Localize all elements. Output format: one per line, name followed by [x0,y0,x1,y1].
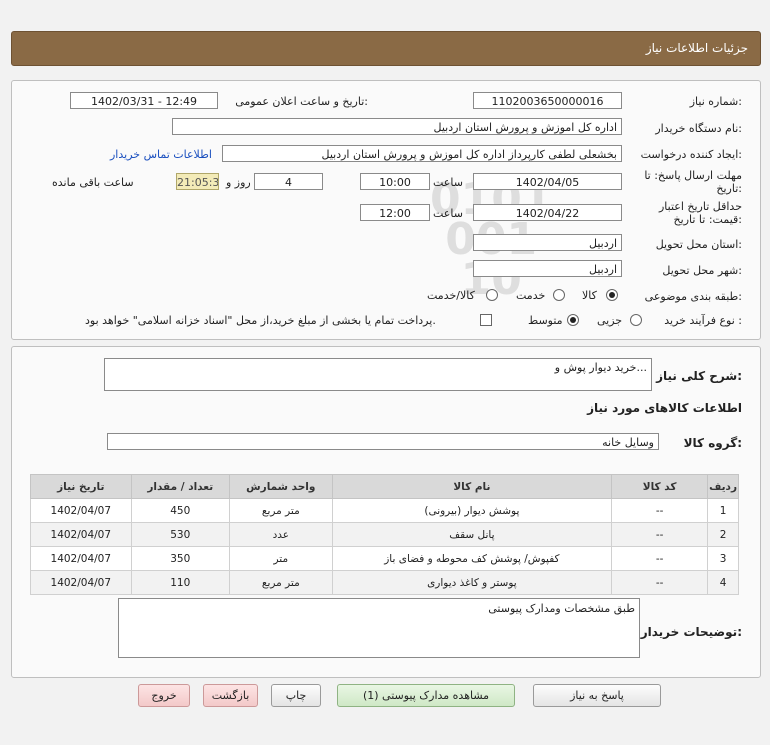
cell-name: پانل سقف [331,522,613,547]
reply-time-word: ساعت [433,176,463,189]
cell-code: -- [611,546,709,571]
validity-time-word: ساعت [433,207,463,220]
process-label: نوع فرآیند خرید : [664,314,742,327]
summary-label: شرح کلی نیاز: [656,369,742,383]
cell-code: -- [611,498,709,523]
col-date: تاریخ نیاز [30,474,132,499]
buyer-notes-label: توضیحات خریدار: [640,625,742,639]
validity-time-field: 12:00 [360,204,430,221]
city-label: شهر محل تحویل: [662,264,742,277]
buyer-org-field: اداره کل اموزش و پرورش استان اردبیل [172,118,622,135]
category-goods-service-label: کالا/خدمت [427,289,475,302]
cell-date: 1402/04/07 [30,522,132,547]
treasury-payment-checkbox[interactable] [480,314,492,326]
cell-qty: 450 [130,498,230,523]
cell-code: -- [611,522,709,547]
buyer-org-label: نام دستگاه خریدار: [655,122,742,135]
goods-group-field: وسایل خانه [107,433,659,450]
view-attachments-button[interactable]: مشاهده مدارک پیوستی (1) [337,684,515,707]
goods-table: ردیف کد کالا نام کالا واحد شمارش تعداد /… [30,474,739,595]
category-label: طبقه بندی موضوعی: [644,290,742,303]
col-row: ردیف [707,474,739,499]
category-radio-goods[interactable] [606,289,618,301]
reply-deadline-label: مهلت ارسال پاسخ: تا تاریخ: [644,169,742,195]
remaining-time-field: 21:05:39 [176,173,219,190]
buyer-notes-field: طبق مشخصات ومدارک پیوستی [118,598,640,658]
announce-field: 1402/03/31 - 12:49 [70,92,218,109]
category-radio-goods-service[interactable] [486,289,498,301]
cell-qty: 350 [130,546,230,571]
reply-time-field: 10:00 [360,173,430,190]
page-header: جزئیات اطلاعات نیاز [11,31,761,66]
cell-row: 2 [707,522,739,547]
col-code: کد کالا [611,474,709,499]
goods-group-label: گروه کالا: [683,436,742,450]
cell-unit: متر [228,546,333,571]
back-button[interactable]: بازگشت [203,684,258,707]
goods-info-title: اطلاعات کالاهای مورد نیاز [587,401,742,415]
table-row[interactable]: 3 -- کفپوش/ پوشش کف محوطه و فضای باز متر… [30,546,739,571]
cell-qty: 530 [130,522,230,547]
process-medium-label: متوسط [528,314,563,327]
cell-name: کفپوش/ پوشش کف محوطه و فضای باز [331,546,613,571]
cell-unit: متر مربع [228,498,333,523]
need-number-field: 1102003650000016 [473,92,622,109]
need-number-label: شماره نیاز: [689,95,742,108]
goods-table-header: ردیف کد کالا نام کالا واحد شمارش تعداد /… [30,474,739,499]
reply-date-field: 1402/04/05 [473,173,622,190]
category-goods-label: کالا [582,289,597,302]
cell-date: 1402/04/07 [30,570,132,595]
col-qty: تعداد / مقدار [130,474,230,499]
cell-date: 1402/04/07 [30,546,132,571]
requester-field: بخشعلی لطفی کارپرداز اداره کل اموزش و پر… [222,145,622,162]
cell-qty: 110 [130,570,230,595]
province-label: استان محل تحویل: [655,238,742,251]
remaining-word: ساعت باقی مانده [52,176,134,189]
print-button[interactable]: چاپ [271,684,321,707]
reply-to-need-button[interactable]: پاسخ به نیاز [533,684,661,707]
buyer-contact-link[interactable]: اطلاعات تماس خریدار [110,148,212,161]
treasury-payment-note: پرداخت تمام یا بخشی از مبلغ خرید،از محل … [85,314,436,327]
cell-row: 4 [707,570,739,595]
days-count-field: 4 [254,173,323,190]
requester-label: ایجاد کننده درخواست: [640,148,742,161]
process-radio-medium[interactable] [567,314,579,326]
validity-date-field: 1402/04/22 [473,204,622,221]
validity-label: حداقل تاریخ اعتبار قیمت: تا تاریخ: [658,200,742,226]
cell-row: 1 [707,498,739,523]
province-field: اردبیل [473,234,622,251]
cell-date: 1402/04/07 [30,498,132,523]
exit-button[interactable]: خروج [138,684,190,707]
col-name: نام کالا [331,474,613,499]
category-service-label: خدمت [516,289,546,302]
page-title: جزئیات اطلاعات نیاز [645,41,748,55]
table-row[interactable]: 4 -- پوستر و کاغذ دیواری متر مربع 110 14… [30,570,739,595]
cell-name: پوستر و کاغذ دیواری [331,570,613,595]
cell-unit: عدد [228,522,333,547]
cell-name: پوشش دیوار (بیرونی) [331,498,613,523]
city-field: اردبیل [473,260,622,277]
col-unit: واحد شمارش [228,474,333,499]
category-radio-service[interactable] [553,289,565,301]
process-radio-minor[interactable] [630,314,642,326]
days-word: روز و [226,176,251,189]
table-row[interactable]: 1 -- پوشش دیوار (بیرونی) متر مربع 450 14… [30,498,739,523]
cell-row: 3 [707,546,739,571]
announce-label: تاریخ و ساعت اعلان عمومی: [235,95,368,108]
process-minor-label: جزیی [597,314,623,327]
cell-code: -- [611,570,709,595]
summary-field: خرید دیوار پوش و... [104,358,652,391]
cell-unit: متر مربع [228,570,333,595]
table-row[interactable]: 2 -- پانل سقف عدد 530 1402/04/07 [30,522,739,547]
